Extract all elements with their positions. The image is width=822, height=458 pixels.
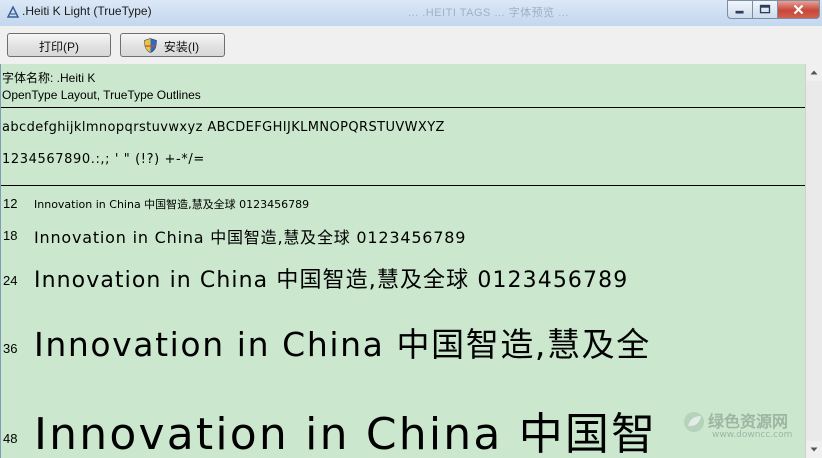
close-icon [793,4,804,15]
sample-text-36: Innovation in China 中国智造,慧及全 [34,325,651,364]
maximize-icon [759,4,771,14]
title-bar[interactable]: .Heiti K Light (TrueType) ... .HEITI TAG… [0,0,822,26]
site-watermark: 绿色资源网 www.downcc.com [682,404,802,450]
sample-size-label: 18 [3,228,18,243]
arrow-up-icon [810,70,818,75]
sample-size-label: 48 [3,431,18,446]
font-name-line: 字体名称: .Heiti K [2,71,96,85]
vertical-scrollbar[interactable] [805,64,822,458]
sample-text-12: Innovation in China 中国智造,慧及全球 0123456789 [34,198,310,211]
divider-top [1,107,805,108]
arrow-down-icon [810,447,818,452]
sample-size-label: 36 [3,341,18,356]
maximize-button[interactable] [752,0,778,19]
watermark-url: www.downcc.com [712,430,793,440]
sample-size-label: 24 [3,273,18,288]
watermark-title: 绿色资源网 [708,412,789,431]
sample-text-18: Innovation in China 中国智造,慧及全球 0123456789 [34,228,467,247]
sample-text-24: Innovation in China 中国智造,慧及全球 0123456789 [34,268,629,293]
toolbar: 打印(P) 安装(I) [0,26,822,64]
scroll-down-button[interactable] [806,441,822,458]
font-app-icon [6,5,20,18]
font-format-line: OpenType Layout, TrueType Outlines [2,88,201,102]
print-button[interactable]: 打印(P) [7,33,111,57]
leaf-logo-icon [684,412,704,432]
close-button[interactable] [777,0,820,19]
install-button[interactable]: 安装(I) [120,33,225,57]
install-button-label: 安装(I) [163,40,200,54]
charset-digits-symbols: 1234567890.:,; ' " (!?) +-*/= [2,152,205,167]
font-viewer-window: .Heiti K Light (TrueType) ... .HEITI TAG… [0,0,822,458]
charset-letters: abcdefghijklmnopqrstuvwxyz ABCDEFGHIJKLM… [2,120,445,135]
minimize-button[interactable] [727,0,753,19]
minimize-icon [735,10,744,14]
divider-bottom [1,185,805,186]
scroll-up-button[interactable] [806,64,822,81]
window-title: .Heiti K Light (TrueType) [22,4,152,18]
print-button-label: 打印(P) [39,40,79,54]
font-preview-area[interactable]: 字体名称: .Heiti K OpenType Layout, TrueType… [0,64,805,458]
sample-text-48: Innovation in China 中国智 [34,409,658,458]
background-window-title: ... .HEITI TAGS ... 字体预览 ... [408,7,569,19]
sample-size-label: 12 [3,196,18,211]
